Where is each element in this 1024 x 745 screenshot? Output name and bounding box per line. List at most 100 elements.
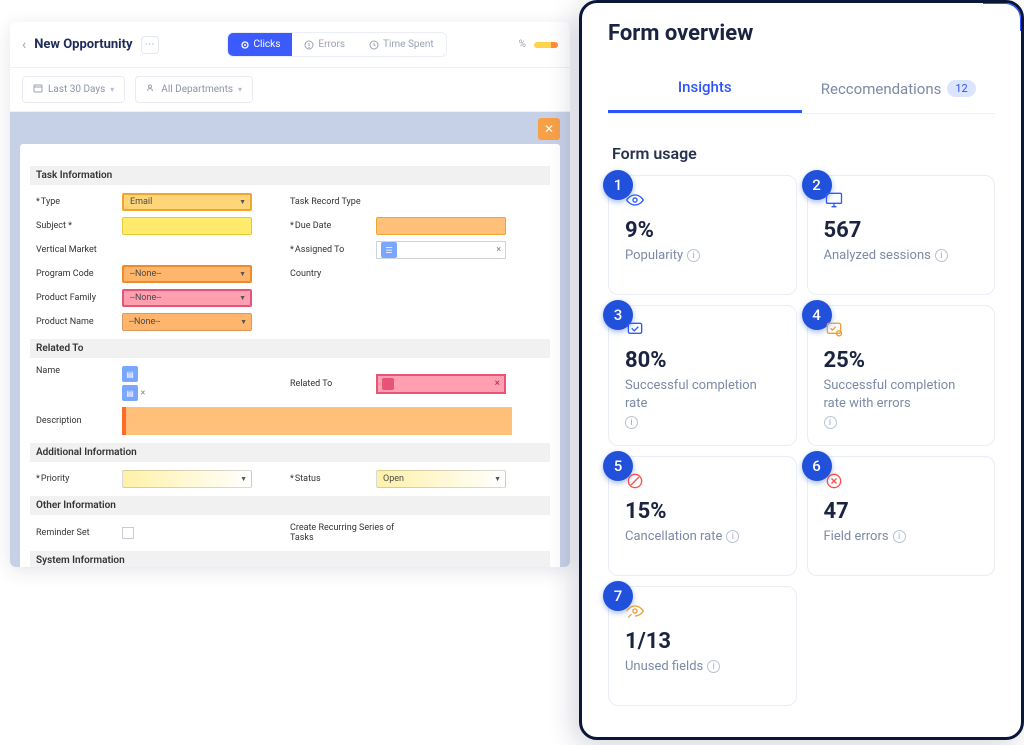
tab-insights-label: Insights [678,78,732,96]
panel-title: Form overview [608,21,995,46]
clock-icon [369,40,379,50]
tab-errors[interactable]: Errors [292,33,357,56]
section-additional-info: Additional Information [30,443,550,462]
metric-tabs: Clicks Errors Time Spent [227,32,447,57]
field-product-family[interactable]: --None-- [122,289,252,307]
label-related-to: Related To [290,379,370,389]
record-token-icon: ▤ [122,385,138,401]
field-product-name[interactable]: --None-- [122,313,252,331]
field-assigned-to[interactable]: ☰ × [376,241,506,259]
field-description[interactable] [122,407,512,435]
back-chevron-icon[interactable]: ‹ [22,37,26,53]
record-token-icon: ▤ [122,366,138,382]
metric-completion-rate[interactable]: 3 80% Successful completion rate i [608,305,797,446]
section-form-usage: Form usage [612,144,995,163]
tab-clicks-label: Clicks [254,39,281,50]
info-icon[interactable]: i [687,249,700,262]
monitor-icon [824,190,844,210]
tab-insights[interactable]: Insights [608,66,802,113]
label-name: Name [36,366,116,376]
field-name[interactable]: ▤ ▤ × [122,366,145,401]
chevron-down-icon: ▾ [238,85,242,94]
form-overview-panel: Form overview Insights Reccomendations 1… [579,0,1024,740]
tab-clicks[interactable]: Clicks [228,33,293,56]
eye-off-icon [625,601,645,621]
metric-label: Successful completion rate i [625,377,780,429]
label-product-family: Product Family [36,293,116,303]
form-preview-area: ✕ Task Information Type Email Task Recor… [10,112,570,567]
metric-popularity[interactable]: 1 9% Popularity i [608,175,797,295]
label-status: Status [290,474,370,484]
recommendations-count-badge: 12 [947,80,975,97]
metric-label: Analyzed sessions i [824,247,979,265]
section-task-info: Task Information [30,166,550,185]
slash-circle-icon [625,471,645,491]
tab-recommendations-label: Reccomendations [821,80,942,98]
app-header: ‹ New Opportunity ⋯ Clicks Errors Time S [10,22,570,68]
field-subject[interactable] [122,217,252,235]
percent-label: % [519,39,526,50]
info-icon[interactable]: i [625,416,638,429]
label-vertical-market: Vertical Market [36,245,116,255]
shield-alert-icon [824,320,844,340]
tab-time-label: Time Spent [383,39,434,50]
tab-time-spent[interactable]: Time Spent [357,33,446,56]
field-status[interactable]: Open [376,470,506,488]
label-due-date: Due Date [290,221,370,231]
more-menu-button[interactable]: ⋯ [141,36,159,54]
filter-bar: Last 30 Days ▾ All Departments ▾ [10,68,570,112]
clear-icon[interactable]: × [496,245,501,255]
field-type[interactable]: Email [122,193,252,211]
department-filter[interactable]: All Departments ▾ [135,76,253,103]
label-subject: Subject * [36,221,116,231]
date-range-filter[interactable]: Last 30 Days ▾ [22,76,125,103]
user-token-icon: ☰ [381,242,397,258]
overview-tabs: Insights Reccomendations 12 [608,66,995,114]
info-icon[interactable]: i [726,530,739,543]
metric-value: 80% [625,348,780,373]
section-other-info: Other Information [30,496,550,515]
metric-value: 47 [824,499,979,524]
label-description: Description [36,416,116,426]
section-system-info: System Information [30,551,550,567]
metrics-grid: 1 9% Popularity i 2 567 Analyzed session… [608,175,995,576]
checkbox-reminder-set[interactable] [122,527,134,539]
metric-field-errors[interactable]: 6 47 Field errors i [807,456,996,576]
metrics-grid-row2: 7 1/13 Unused fields i [608,586,995,706]
metric-value: 567 [824,218,979,243]
info-icon[interactable]: i [935,249,948,262]
label-program-code: Program Code [36,269,116,279]
metric-label: Popularity i [625,247,780,265]
metric-cancellation-rate[interactable]: 5 15% Cancellation rate i [608,456,797,576]
label-type: Type [36,197,116,207]
clear-icon[interactable]: × [495,378,500,389]
label-task-record-type: Task Record Type [290,197,370,207]
info-icon[interactable]: i [824,416,837,429]
label-create-recurring: Create Recurring Series of Tasks [290,523,400,543]
label-product-name: Product Name [36,317,116,327]
close-button[interactable]: ✕ [538,118,560,140]
errors-icon [304,40,314,50]
metric-label: Cancellation rate i [625,528,780,546]
heatmap-legend [534,42,558,48]
shield-check-icon [625,320,645,340]
info-icon[interactable]: i [707,660,720,673]
metric-analyzed-sessions[interactable]: 2 567 Analyzed sessions i [807,175,996,295]
metric-label: Unused fields i [625,658,780,676]
info-icon[interactable]: i [893,530,906,543]
chevron-down-icon: ▾ [110,85,114,94]
metric-label: Successful completion rate with errors i [824,377,979,429]
field-related-to[interactable]: × [376,374,506,394]
close-icon: ✕ [544,122,554,136]
metric-completion-with-errors[interactable]: 4 25% Successful completion rate with er… [807,305,996,446]
metric-unused-fields[interactable]: 7 1/13 Unused fields i [608,586,797,706]
clear-icon[interactable]: × [140,389,145,399]
field-program-code[interactable]: --None-- [122,265,252,283]
metric-value: 9% [625,218,780,243]
clicks-icon [240,40,250,50]
metric-value: 1/13 [625,629,780,654]
field-due-date[interactable] [376,217,506,235]
field-priority[interactable] [122,470,252,488]
metric-value: 25% [824,348,979,373]
tab-recommendations[interactable]: Reccomendations 12 [802,66,996,113]
